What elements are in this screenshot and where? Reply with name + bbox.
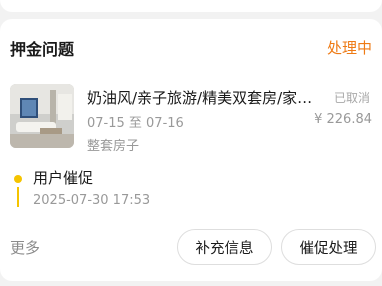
card-title: 押金问题 — [10, 40, 75, 59]
room-type: 整套房子 — [87, 139, 140, 154]
order-status: 已取消 — [333, 91, 370, 105]
listing-title: 奶油风/亲子旅游/精美双套房/家… — [87, 89, 313, 107]
timeline-time: 2025-07-30 17:53 — [33, 193, 151, 208]
card-header: 押金问题 处理中 — [10, 36, 372, 60]
timeline-dot-icon — [14, 175, 22, 183]
status-badge: 处理中 — [326, 39, 372, 57]
listing-thumbnail — [10, 84, 74, 148]
timeline-event: 用户催促 — [33, 169, 94, 187]
order-price: ¥ 226.84 — [314, 112, 372, 127]
stay-dates: 07-15 至 07-16 — [87, 116, 184, 131]
card-footer: 更多 补充信息 催促处理 — [10, 229, 376, 265]
more-link[interactable]: 更多 — [10, 237, 40, 258]
urge-processing-button[interactable]: 催促处理 — [281, 229, 376, 265]
timeline-line — [17, 187, 19, 207]
listing-item[interactable]: 奶油风/亲子旅游/精美双套房/家… 已取消 07-15 至 07-16 ¥ 22… — [10, 82, 372, 154]
progress-timeline: 用户催促 2025-07-30 17:53 — [10, 167, 372, 227]
supplement-info-button[interactable]: 补充信息 — [177, 229, 272, 265]
previous-card — [0, 0, 382, 12]
deposit-issue-card: 押金问题 处理中 奶油风/亲子旅游/精美双套房/家… 已取消 07-15 至 0… — [0, 19, 382, 281]
